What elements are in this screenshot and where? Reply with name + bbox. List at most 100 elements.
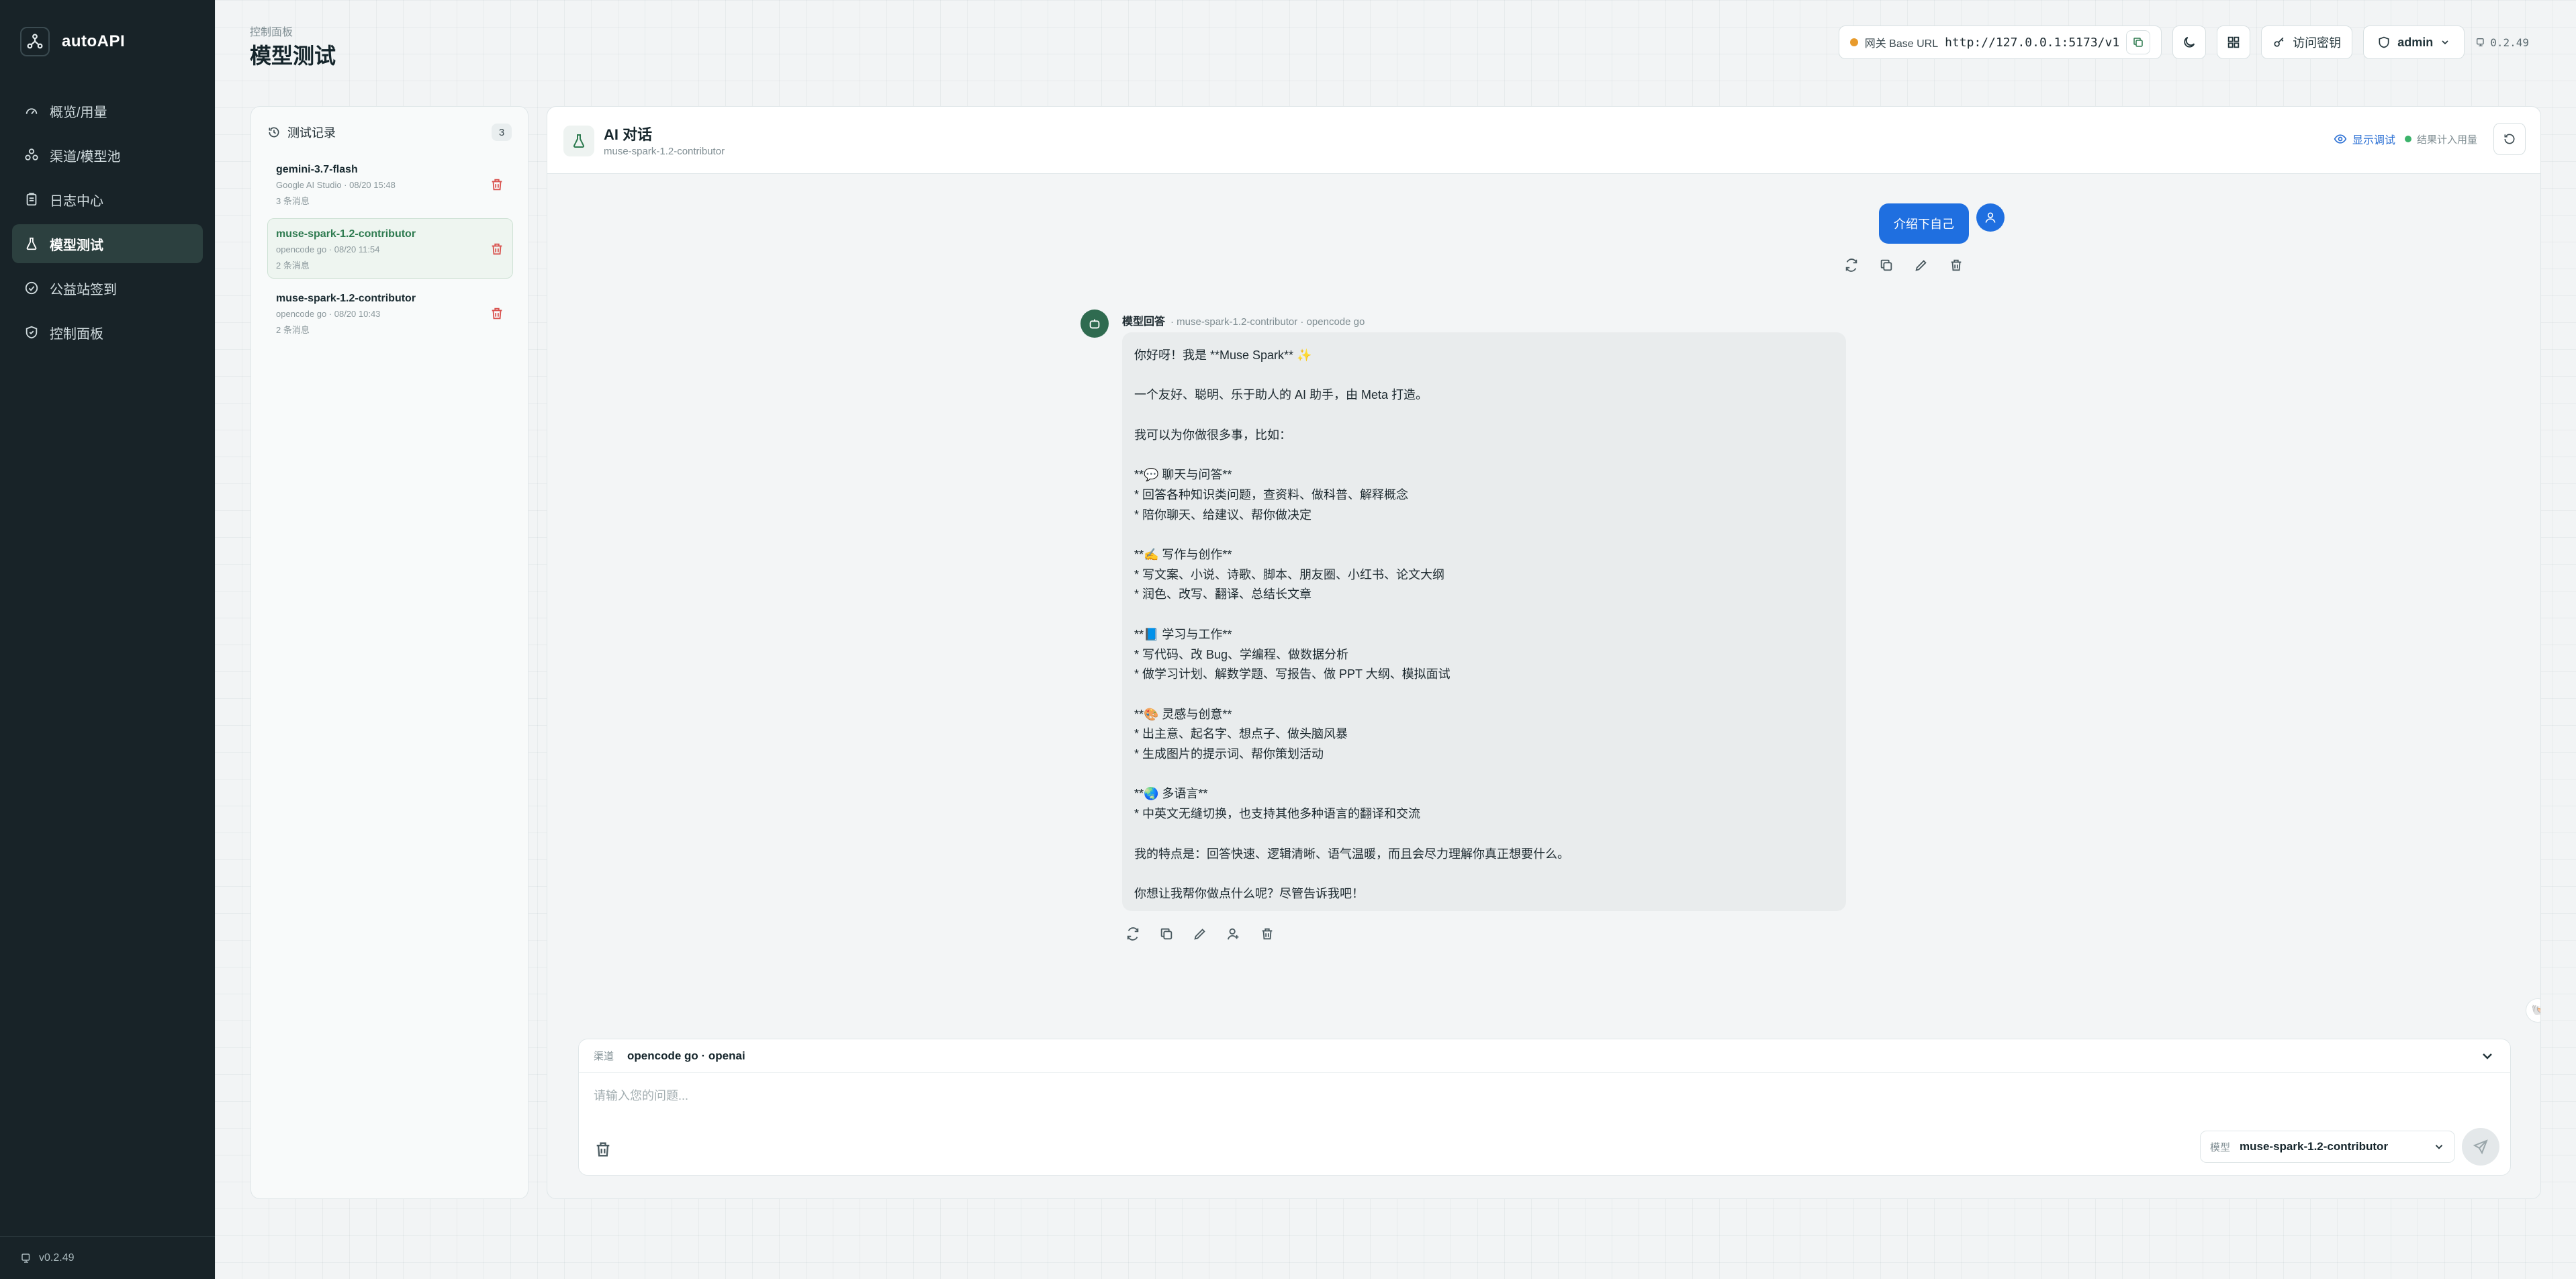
model-label: 模型 <box>2210 1141 2231 1153</box>
sidebar-item-label: 日志中心 <box>50 193 103 209</box>
sidebar-item-logs[interactable]: 日志中心 <box>12 180 203 219</box>
copy-url-button[interactable] <box>2126 30 2151 54</box>
user-message-actions <box>1842 256 1966 275</box>
trash-icon[interactable] <box>1947 256 1966 275</box>
sidebar-item-control-panel[interactable]: 控制面板 <box>12 313 203 352</box>
access-key-button[interactable]: 访问密钥 <box>2261 26 2353 59</box>
copy-icon[interactable] <box>1877 256 1896 275</box>
regenerate-icon[interactable] <box>1123 925 1142 943</box>
header-version-text: 0.2.49 <box>2490 36 2529 49</box>
eye-icon <box>2334 134 2347 144</box>
trash-icon[interactable] <box>490 242 504 256</box>
chat-panel: AI 对话 muse-spark-1.2-contributor 显示调试 结果… <box>547 106 2541 1199</box>
flask-icon <box>563 126 594 156</box>
bot-avatar-icon <box>1080 310 1109 338</box>
base-url-display: 网关 Base URL http://127.0.0.1:5173/v1 <box>1838 26 2162 59</box>
header-version: 0.2.49 <box>2475 36 2529 49</box>
bot-label: 模型回答 · muse-spark-1.2-contributor · open… <box>1122 312 1365 328</box>
channel-label: 渠道 <box>594 1051 614 1062</box>
message-input[interactable]: 请输入您的问题... <box>594 1086 688 1104</box>
moon-icon <box>2184 36 2195 48</box>
history-item-meta: opencode go · 08/20 10:43 <box>276 309 381 319</box>
sidebar-item-label: 模型测试 <box>50 238 103 253</box>
history-item-meta: opencode go · 08/20 11:54 <box>276 244 380 254</box>
show-debug-toggle[interactable]: 显示调试 <box>2334 131 2395 147</box>
brand[interactable]: autoAPI <box>20 27 125 56</box>
bot-message-bubble: 你好呀！我是 **Muse Spark** ✨ 一个友好、聪明、乐于助人的 AI… <box>1122 332 1846 911</box>
model-select[interactable]: 模型 muse-spark-1.2-contributor <box>2200 1131 2455 1163</box>
theme-toggle-button[interactable] <box>2172 26 2207 59</box>
regenerate-icon[interactable] <box>1842 256 1861 275</box>
logo-icon <box>20 27 50 56</box>
trash-icon[interactable] <box>490 306 504 321</box>
top-header: 控制面板 模型测试 网关 Base URL http://127.0.0.1:5… <box>215 0 2576 81</box>
sidebar-nav: 概览/用量 渠道/模型池 日志中心 模型测试 公益站签到 控制面板 <box>12 91 203 357</box>
sidebar-item-label: 概览/用量 <box>50 105 107 120</box>
chat-title: AI 对话 <box>604 126 653 143</box>
chat-model-subtitle: muse-spark-1.2-contributor <box>604 146 725 157</box>
send-button[interactable] <box>2462 1128 2499 1166</box>
chevron-down-icon <box>2442 40 2448 45</box>
history-icon <box>269 127 279 138</box>
user-menu-button[interactable]: admin <box>2363 26 2465 59</box>
sidebar-item-checkin[interactable]: 公益站签到 <box>12 269 203 307</box>
user-switch-icon[interactable] <box>1224 925 1243 943</box>
sidebar-footer: v0.2.49 <box>0 1236 215 1279</box>
history-item-title: muse-spark-1.2-contributor <box>276 293 416 304</box>
edit-icon[interactable] <box>1191 925 1209 943</box>
send-icon <box>2473 1139 2488 1155</box>
floating-helper-icon[interactable]: 🐚 <box>2526 998 2540 1023</box>
sidebar: autoAPI 概览/用量 渠道/模型池 日志中心 模型测试 公益站签到 控制面… <box>0 0 215 1279</box>
sidebar-item-label: 公益站签到 <box>50 282 117 297</box>
breadcrumb[interactable]: 控制面板 <box>250 23 293 39</box>
status-dot <box>1849 38 1858 46</box>
clipboard-icon <box>23 191 40 208</box>
history-item-meta: Google AI Studio · 08/20 15:48 <box>276 180 396 190</box>
bot-message-actions <box>1123 925 1277 943</box>
show-debug-label: 显示调试 <box>2352 135 2395 146</box>
version-icon <box>2477 38 2484 46</box>
page-title: 模型测试 <box>250 44 336 68</box>
trash-icon[interactable] <box>1258 925 1277 943</box>
trash-icon[interactable] <box>490 177 504 192</box>
app-name: autoAPI <box>62 32 126 50</box>
clear-input-icon[interactable] <box>594 1140 612 1159</box>
sidebar-item-model-test[interactable]: 模型测试 <box>12 224 203 263</box>
grid-icon <box>2227 36 2240 48</box>
sidebar-item-label: 控制面板 <box>50 326 103 342</box>
sidebar-item-label: 渠道/模型池 <box>50 149 121 164</box>
reset-chat-button[interactable] <box>2493 123 2526 155</box>
history-item-count: 2 条消息 <box>276 325 310 335</box>
test-history-panel: 测试记录 3 gemini-3.7-flash Google AI Studio… <box>250 106 528 1199</box>
history-item[interactable]: muse-spark-1.2-contributor opencode go ·… <box>267 283 513 343</box>
flask-icon <box>23 235 40 252</box>
history-item-title: gemini-3.7-flash <box>276 164 358 175</box>
access-key-label: 访问密钥 <box>2293 36 2342 50</box>
model-value: muse-spark-1.2-contributor <box>2240 1140 2389 1153</box>
history-count-badge: 3 <box>492 124 512 141</box>
header-actions: 网关 Base URL http://127.0.0.1:5173/v1 访问密… <box>1838 26 2529 59</box>
history-item[interactable]: gemini-3.7-flash Google AI Studio · 08/2… <box>267 154 513 214</box>
history-title: 测试记录 <box>287 126 336 140</box>
usage-note: 结果计入用量 <box>2404 132 2477 146</box>
apps-grid-button[interactable] <box>2217 26 2251 59</box>
copy-icon <box>2133 38 2143 47</box>
edit-icon[interactable] <box>1912 256 1931 275</box>
copy-icon[interactable] <box>1157 925 1176 943</box>
user-message-bubble: 介绍下自己 <box>1879 203 1969 244</box>
user-name: admin <box>2397 35 2434 49</box>
cubes-icon <box>23 146 40 164</box>
user-avatar-icon <box>1976 203 2005 232</box>
sidebar-item-channels[interactable]: 渠道/模型池 <box>12 136 203 175</box>
bot-label-meta: · muse-spark-1.2-contributor · opencode … <box>1170 316 1365 328</box>
base-url-value: http://127.0.0.1:5173/v1 <box>1945 35 2120 50</box>
sidebar-item-overview[interactable]: 概览/用量 <box>12 91 203 130</box>
chat-header: AI 对话 muse-spark-1.2-contributor 显示调试 结果… <box>547 107 2540 174</box>
channel-select[interactable]: 渠道 opencode go · openai <box>579 1039 2510 1073</box>
refresh-icon <box>2504 134 2515 144</box>
history-item[interactable]: muse-spark-1.2-contributor opencode go ·… <box>267 218 513 279</box>
chevron-down-icon <box>2435 1145 2443 1149</box>
shield-user-icon <box>2379 36 2389 48</box>
usage-note-text: 结果计入用量 <box>2416 134 2477 146</box>
history-item-title: muse-spark-1.2-contributor <box>276 228 416 240</box>
